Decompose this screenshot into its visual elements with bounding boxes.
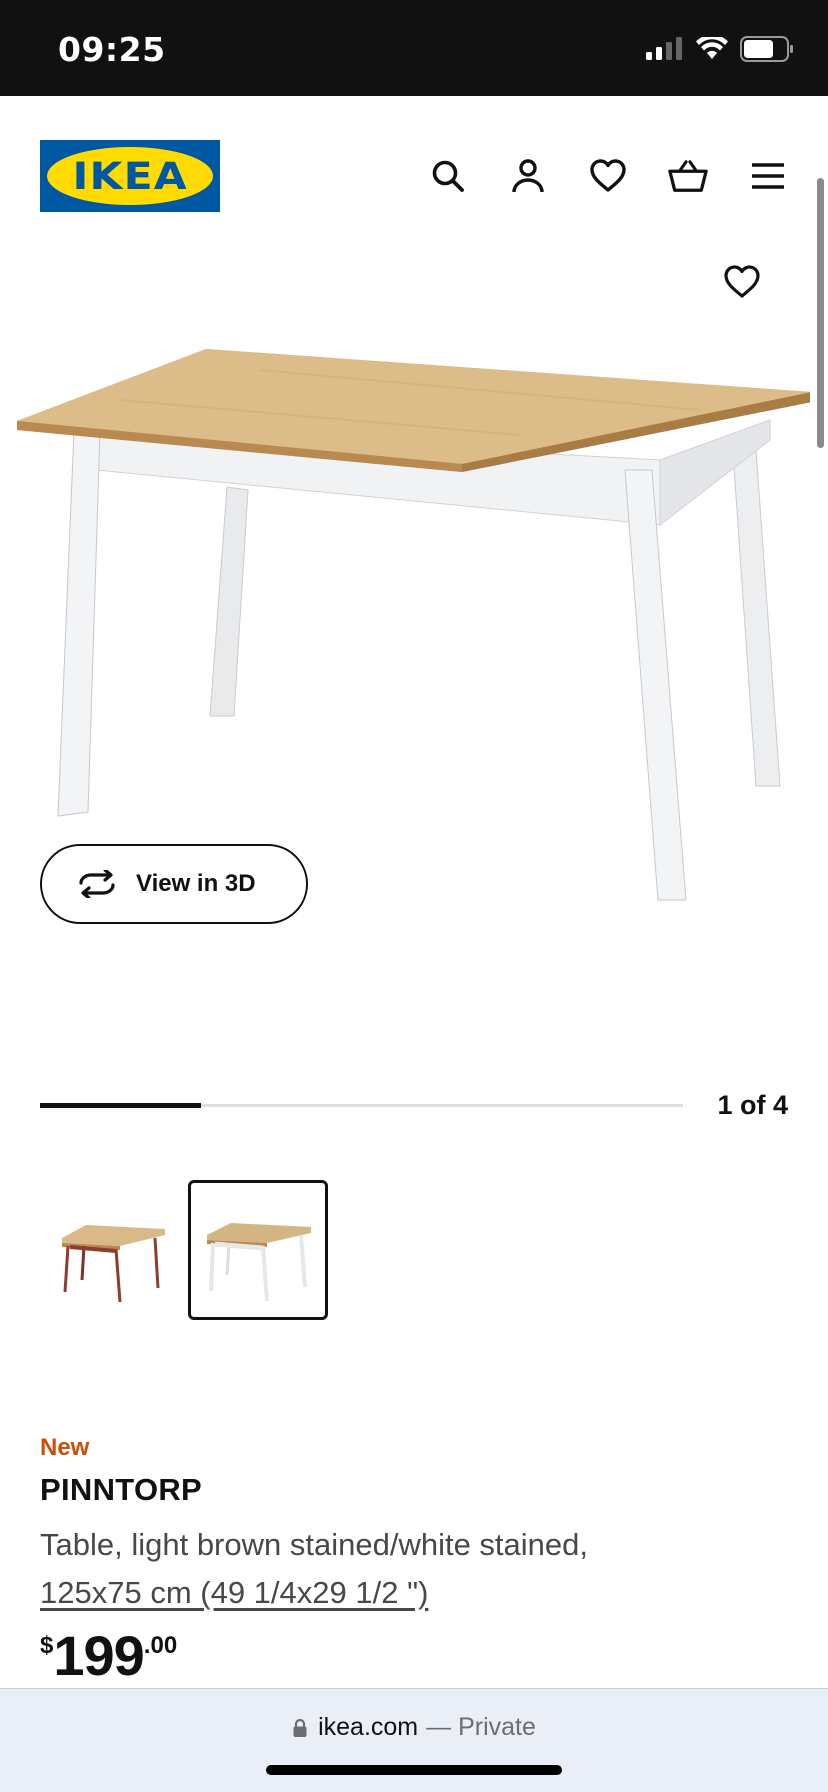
account-icon <box>512 159 544 193</box>
product-image[interactable] <box>0 256 810 936</box>
account-button[interactable] <box>508 156 548 196</box>
view-in-3d-button[interactable]: View in 3D <box>40 844 308 924</box>
logo-oval: IKEA <box>47 147 213 205</box>
product-price: $ 199 .00 <box>40 1624 177 1688</box>
status-icons <box>644 36 794 62</box>
product-name: PINNTORP <box>40 1472 203 1507</box>
cart-icon <box>668 160 708 192</box>
status-bar: 09:25 <box>0 0 828 96</box>
wifi-icon <box>696 37 728 59</box>
rotate-3d-icon <box>79 870 115 898</box>
search-icon <box>432 160 464 192</box>
favourites-button[interactable] <box>588 156 628 196</box>
home-indicator[interactable] <box>266 1765 562 1775</box>
site-header: IKEA <box>0 96 828 256</box>
page-scrollbar[interactable] <box>817 178 824 448</box>
save-to-favourites-button[interactable] <box>718 258 766 306</box>
url-display[interactable]: ikea.com — Private <box>0 1713 828 1742</box>
browser-address-bar[interactable]: ikea.com — Private <box>0 1688 828 1792</box>
private-label: — Private <box>426 1713 536 1741</box>
menu-icon <box>752 163 784 189</box>
product-description: Table, light brown stained/white stained… <box>40 1527 588 1562</box>
new-badge: New <box>40 1434 90 1461</box>
ikea-logo[interactable]: IKEA <box>40 140 220 212</box>
logo-text: IKEA <box>72 154 188 198</box>
lock-icon <box>293 1718 307 1737</box>
menu-button[interactable] <box>748 156 788 196</box>
cart-button[interactable] <box>668 156 708 196</box>
price-currency: $ <box>40 1632 54 1659</box>
search-button[interactable] <box>428 156 468 196</box>
battery-icon <box>740 36 793 62</box>
product-size-link[interactable]: 125x75 cm (49 1/4x29 1/2 ") <box>40 1568 428 1618</box>
gallery-counter: 1 of 4 <box>717 1090 788 1120</box>
url-domain: ikea.com <box>318 1713 419 1741</box>
price-integer: 199 <box>53 1624 144 1687</box>
status-time: 09:25 <box>58 30 166 69</box>
thumbnail-brown-table[interactable] <box>40 1180 180 1320</box>
gallery-progress-track <box>40 1103 683 1108</box>
header-actions <box>428 156 788 196</box>
heart-icon <box>724 265 760 298</box>
price-decimal: .00 <box>143 1632 178 1659</box>
thumbnail-brown-table-image <box>62 1225 165 1303</box>
thumbnail-white-table[interactable] <box>188 1180 328 1320</box>
gallery-progress-fill <box>40 1103 201 1108</box>
thumbnail-white-table-image <box>207 1223 311 1302</box>
heart-icon <box>590 159 626 192</box>
cellular-signal-icon <box>646 37 682 60</box>
view-in-3d-label: View in 3D <box>136 870 256 897</box>
